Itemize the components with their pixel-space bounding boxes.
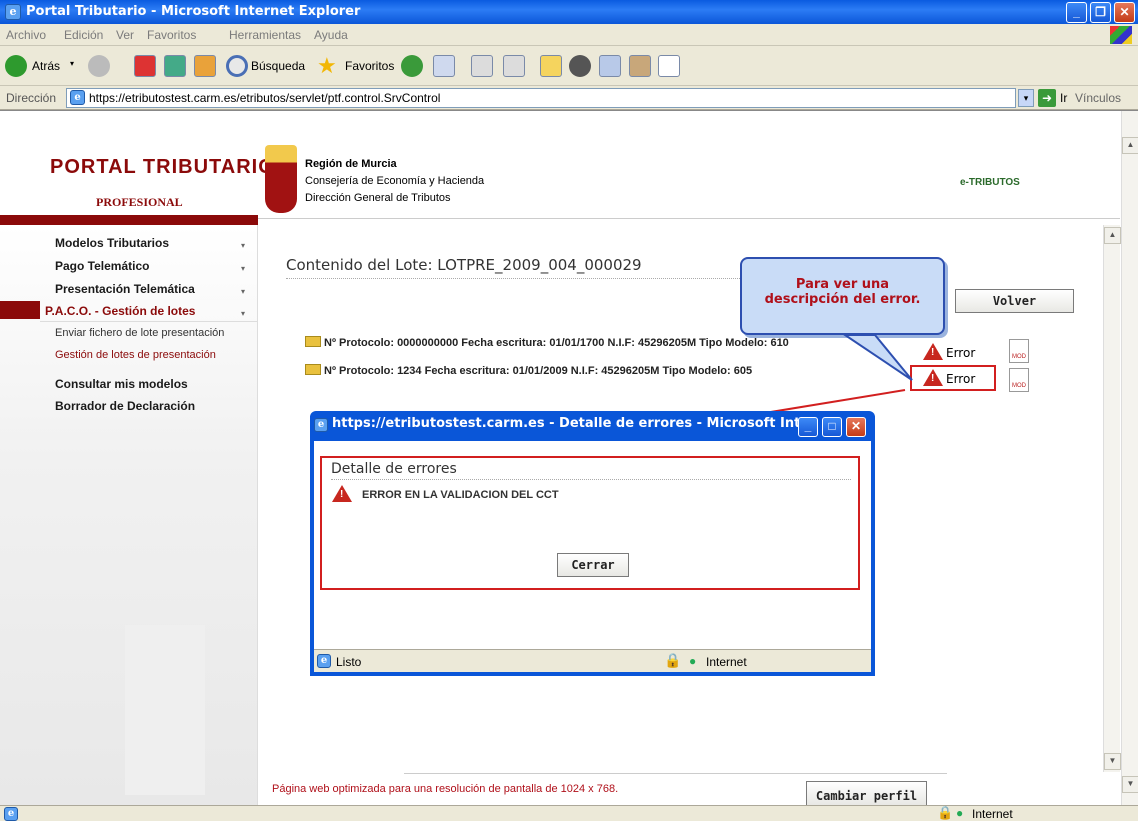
- globe-icon: ●: [956, 806, 964, 820]
- popup-status-text: Listo: [336, 655, 362, 669]
- popup-heading: Detalle de errores: [331, 461, 457, 477]
- globe-icon: ●: [689, 654, 697, 668]
- lock-icon: 🔒: [664, 652, 682, 668]
- popup-body: Detalle de errores ERROR EN LA VALIDACIO…: [314, 441, 871, 649]
- error-detail-popup: e https://etributostest.carm.es - Detall…: [310, 411, 875, 676]
- popup-maximize-button[interactable]: □: [822, 417, 842, 437]
- warning-icon: [332, 485, 352, 502]
- status-bar: e 🔒 ● Internet: [0, 805, 1138, 821]
- popup-close-action-button[interactable]: Cerrar: [557, 553, 629, 577]
- ie-icon: e: [317, 654, 331, 668]
- status-zone: Internet: [972, 807, 1013, 821]
- ie-icon: e: [314, 418, 328, 432]
- popup-minimize-button[interactable]: _: [798, 417, 818, 437]
- popup-title: https://etributostest.carm.es - Detalle …: [332, 416, 816, 431]
- popup-close-button[interactable]: ✕: [846, 417, 866, 437]
- popup-zone-text: Internet: [706, 655, 747, 669]
- popup-status-bar: e Listo 🔒 ● Internet: [314, 649, 871, 672]
- ie-icon: e: [4, 807, 18, 821]
- lock-icon: 🔒: [937, 805, 954, 820]
- popup-error-text: ERROR EN LA VALIDACION DEL CCT: [362, 489, 559, 501]
